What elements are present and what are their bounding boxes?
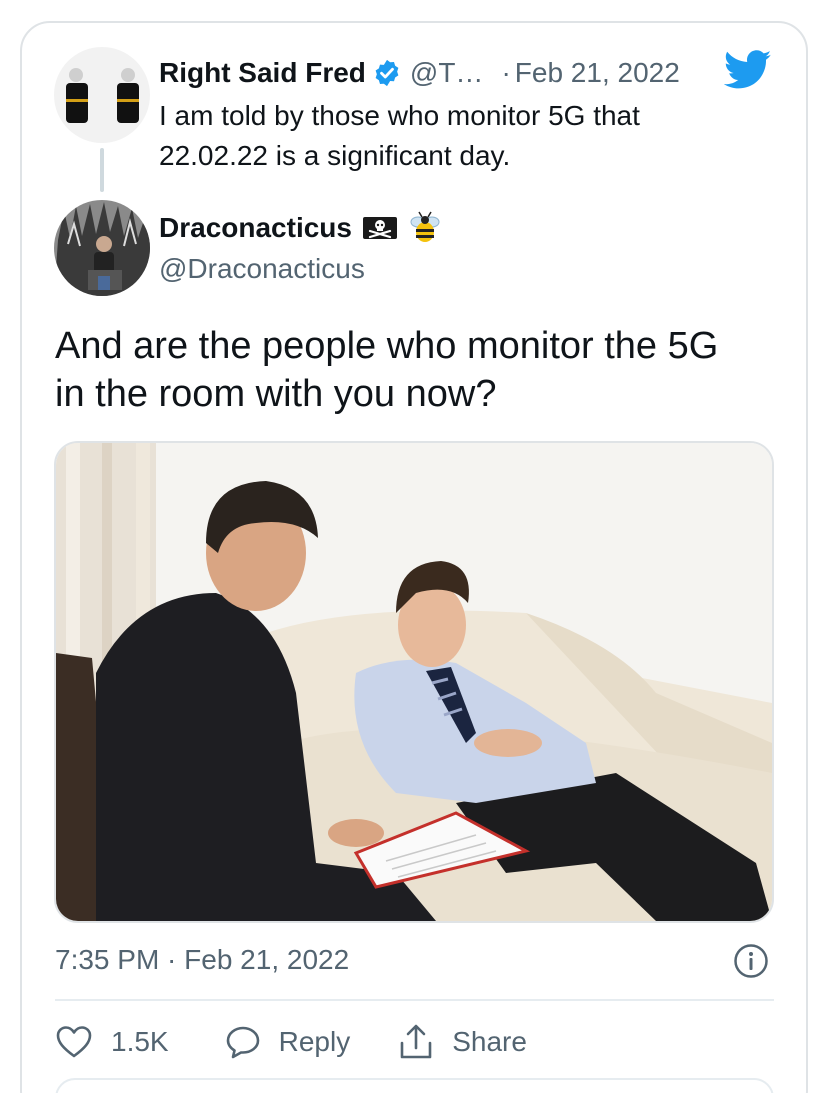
quoted-author-handle[interactable]: @T… xyxy=(410,57,484,89)
pirate-flag-icon xyxy=(362,213,398,243)
thread-connector-line xyxy=(100,148,104,192)
info-icon[interactable] xyxy=(733,943,769,984)
quoted-author-avatar[interactable] xyxy=(54,47,150,143)
tweet-photo[interactable] xyxy=(54,441,774,923)
reply-composer-edge[interactable] xyxy=(55,1078,774,1093)
author-avatar[interactable] xyxy=(54,200,150,296)
quoted-tweet-header: Right Said Fred @T… · Feb 21, 2022 xyxy=(159,55,680,91)
heart-icon xyxy=(55,1025,93,1059)
like-count: 1.5K xyxy=(111,1026,169,1057)
verified-badge-icon xyxy=(372,58,402,88)
share-button[interactable]: Share xyxy=(398,1023,527,1061)
bee-icon xyxy=(408,210,442,246)
quoted-author-name[interactable]: Right Said Fred xyxy=(159,57,366,89)
quoted-tweet-text: I am told by those who monitor 5G that 2… xyxy=(159,100,640,171)
divider xyxy=(55,999,774,1001)
comment-bubble-icon xyxy=(225,1024,261,1060)
tweet-actions-bar: 1.5K Reply Share xyxy=(55,1020,527,1064)
date-separator: · xyxy=(501,57,511,88)
author-name-row: Draconacticus xyxy=(159,210,442,246)
share-label: Share xyxy=(452,1026,527,1057)
tweet-text: And are the people who monitor the 5G in… xyxy=(55,325,719,415)
author-name[interactable]: Draconacticus xyxy=(159,212,352,244)
like-button[interactable]: 1.5K xyxy=(55,1025,169,1059)
reply-label: Reply xyxy=(278,1026,351,1057)
author-handle[interactable]: @Draconacticus xyxy=(159,250,365,288)
quoted-tweet-date[interactable]: Feb 21, 2022 xyxy=(515,57,680,89)
tweet-timestamp[interactable]: 7:35 PM · Feb 21, 2022 xyxy=(55,941,349,979)
share-icon xyxy=(398,1023,434,1061)
twitter-bird-icon[interactable] xyxy=(723,50,772,95)
reply-button[interactable]: Reply xyxy=(225,1024,351,1060)
